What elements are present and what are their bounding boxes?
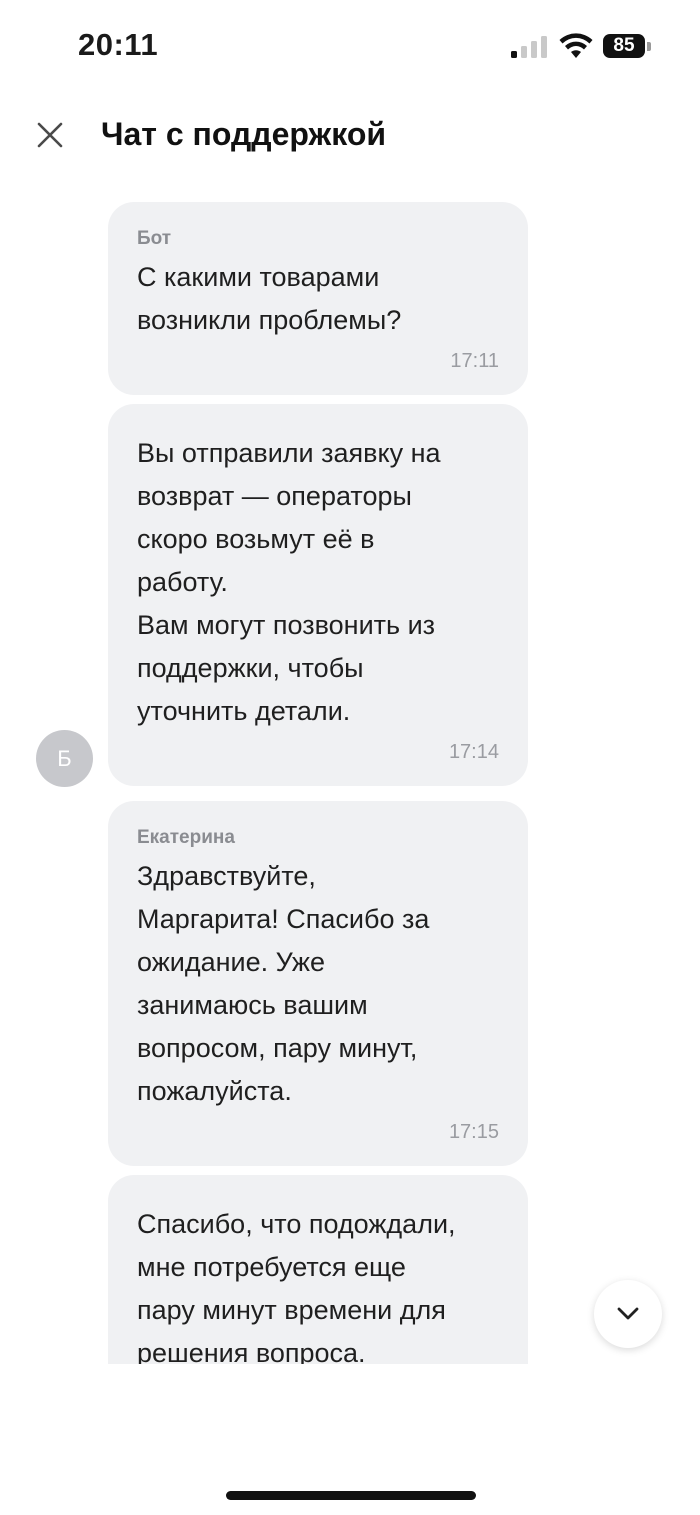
scroll-down-button[interactable]: [594, 1280, 662, 1348]
signal-icon: [511, 36, 547, 58]
message-bubble: Вы отправили заявку на возврат — операто…: [108, 404, 528, 786]
page-title: Чат с поддержкой: [101, 116, 387, 152]
avatar: Б: [36, 730, 93, 787]
message-author: Екатерина: [137, 827, 235, 848]
message-bubble: Екатерина Здравствуйте, Маргарита! Спаси…: [108, 801, 528, 1166]
chat-messages[interactable]: Бот С какими товарами возникли проблемы?…: [0, 190, 700, 1364]
chat-header: Чат с поддержкой: [0, 95, 700, 185]
message-time: 17:15: [448, 1121, 499, 1143]
close-icon: [37, 122, 63, 148]
status-time: 20:11: [78, 27, 159, 62]
message-author: Бот: [137, 228, 172, 249]
chevron-down-icon: [617, 1307, 639, 1320]
message-text: Здравствуйте, Маргарита! Спасибо за ожид…: [137, 861, 430, 1106]
battery-level: 85: [613, 35, 635, 56]
message-time: 17:14: [448, 741, 499, 763]
message-list: Бот С какими товарами возникли проблемы?…: [108, 202, 528, 1364]
battery-icon: 85: [603, 34, 653, 60]
message-text: Спасибо, что подождали, мне потребуется …: [137, 1209, 456, 1364]
close-button[interactable]: [30, 115, 70, 155]
message-text: Вы отправили заявку на возврат — операто…: [137, 438, 441, 726]
wifi-icon: [559, 33, 593, 58]
message-bubble: Бот С какими товарами возникли проблемы?…: [108, 202, 528, 395]
home-indicator: [226, 1491, 476, 1500]
message-bubble: Спасибо, что подождали, мне потребуется …: [108, 1175, 528, 1364]
message-time: 17:11: [450, 350, 499, 372]
status-bar: 20:11 85: [0, 0, 700, 95]
message-text: С какими товарами возникли проблемы?: [137, 262, 402, 335]
